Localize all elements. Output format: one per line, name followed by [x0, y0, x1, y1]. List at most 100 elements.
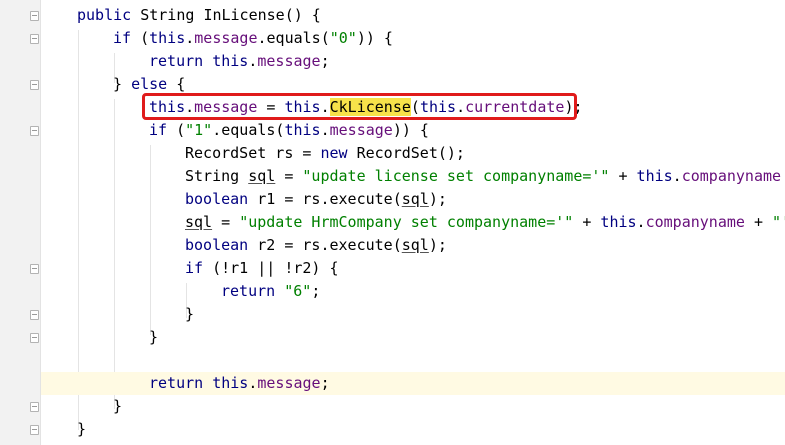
- fold-marker-icon[interactable]: [30, 402, 39, 412]
- token: ;: [320, 52, 330, 70]
- token: .: [320, 98, 330, 116]
- code-line-12[interactable]: if (!r1 || !r2) {: [41, 257, 785, 280]
- token: (: [410, 98, 420, 116]
- token: .equals(: [257, 29, 330, 47]
- token: r1 = rs.execute(: [257, 190, 402, 208]
- code-line-16[interactable]: [41, 349, 785, 372]
- token: this: [284, 98, 321, 116]
- code-line-2[interactable]: if (this.message.equals("0")) {: [41, 27, 785, 50]
- token: new: [320, 144, 357, 162]
- token: currentdate: [465, 98, 565, 116]
- token: );: [564, 98, 583, 116]
- token: .equals(: [212, 121, 285, 139]
- token: )) {: [356, 29, 393, 47]
- token: return: [221, 282, 285, 300]
- token: if: [113, 29, 141, 47]
- token: =: [257, 98, 285, 116]
- token: "update license set companyname='": [302, 167, 610, 185]
- token: message: [257, 52, 321, 70]
- code-line-15[interactable]: }: [41, 326, 785, 349]
- token: .: [672, 167, 682, 185]
- token: ;: [320, 374, 330, 392]
- code-line-19[interactable]: }: [41, 418, 785, 441]
- highlighted-method-call: CkLicense: [329, 98, 411, 116]
- token: "': [772, 213, 785, 231]
- token: {: [176, 75, 186, 93]
- token: if: [185, 259, 213, 277]
- code-line-3[interactable]: return this.message;: [41, 50, 785, 73]
- token: if: [149, 121, 177, 139]
- token: .: [185, 98, 195, 116]
- token: this: [212, 374, 249, 392]
- token: r2 = rs.execute(: [257, 236, 402, 254]
- token: (: [140, 29, 150, 47]
- token: +: [573, 213, 601, 231]
- fold-marker-icon[interactable]: [30, 34, 39, 44]
- token: =: [212, 213, 240, 231]
- token: return: [149, 374, 213, 392]
- code-line-4[interactable]: } else {: [41, 73, 785, 96]
- token: boolean: [185, 236, 258, 254]
- token: (: [176, 121, 186, 139]
- token: companyname: [645, 213, 745, 231]
- token: "0": [329, 29, 357, 47]
- token: message: [257, 374, 321, 392]
- token: this: [149, 98, 186, 116]
- token: sql: [401, 236, 429, 254]
- token: return: [149, 52, 213, 70]
- token: sql: [248, 167, 276, 185]
- token: this: [636, 167, 673, 185]
- token: }: [113, 75, 132, 93]
- code-line-9[interactable]: boolean r1 = rs.execute(sql);: [41, 188, 785, 211]
- fold-marker-icon[interactable]: [30, 126, 39, 136]
- token: message: [194, 98, 258, 116]
- fold-marker-icon[interactable]: [30, 11, 39, 21]
- editor-gutter[interactable]: [0, 0, 41, 445]
- token: "6": [284, 282, 312, 300]
- code-line-8[interactable]: String sql = "update license set company…: [41, 165, 785, 188]
- token: .: [320, 121, 330, 139]
- code-line-18[interactable]: }: [41, 395, 785, 418]
- token: String: [185, 167, 249, 185]
- token: this: [600, 213, 637, 231]
- token: .: [185, 29, 195, 47]
- token: else: [131, 75, 177, 93]
- code-line-13[interactable]: return "6";: [41, 280, 785, 303]
- fold-marker-icon[interactable]: [30, 310, 39, 320]
- method-name: InLicense: [203, 6, 285, 24]
- token: .: [636, 213, 646, 231]
- token: boolean: [185, 190, 258, 208]
- token: RecordSet();: [356, 144, 465, 162]
- token: }: [77, 420, 87, 438]
- token: message: [194, 29, 258, 47]
- token: companyname: [681, 167, 782, 185]
- fold-marker-icon[interactable]: [30, 425, 39, 435]
- token: String: [140, 6, 204, 24]
- token: public: [77, 6, 141, 24]
- code-line-11[interactable]: boolean r2 = rs.execute(sql);: [41, 234, 785, 257]
- token: );: [428, 236, 447, 254]
- code-line-7[interactable]: RecordSet rs = new RecordSet();: [41, 142, 785, 165]
- fold-marker-icon[interactable]: [30, 264, 39, 274]
- token: this: [212, 52, 249, 70]
- code-editor[interactable]: public String InLicense() { if (this.mes…: [0, 0, 785, 445]
- token: +: [609, 167, 637, 185]
- code-line-17-current[interactable]: return this.message;: [41, 372, 785, 395]
- token: sql: [401, 190, 429, 208]
- code-line-14[interactable]: }: [41, 303, 785, 326]
- code-line-1[interactable]: public String InLicense() {: [41, 4, 785, 27]
- token: }: [149, 328, 159, 346]
- token: "update HrmCompany set companyname='": [239, 213, 574, 231]
- token: ;: [311, 282, 321, 300]
- token: .: [456, 98, 466, 116]
- fold-marker-icon[interactable]: [30, 333, 39, 343]
- code-line-6[interactable]: if ("1".equals(this.message)) {: [41, 119, 785, 142]
- fold-marker-icon[interactable]: [30, 80, 39, 90]
- code-line-5[interactable]: this.message = this.CkLicense(this.curre…: [41, 96, 785, 119]
- token: }: [185, 305, 195, 323]
- token: () {: [284, 6, 321, 24]
- token: );: [428, 190, 447, 208]
- token: this: [419, 98, 457, 116]
- token: }: [113, 397, 123, 415]
- code-line-10[interactable]: sql = "update HrmCompany set companyname…: [41, 211, 785, 234]
